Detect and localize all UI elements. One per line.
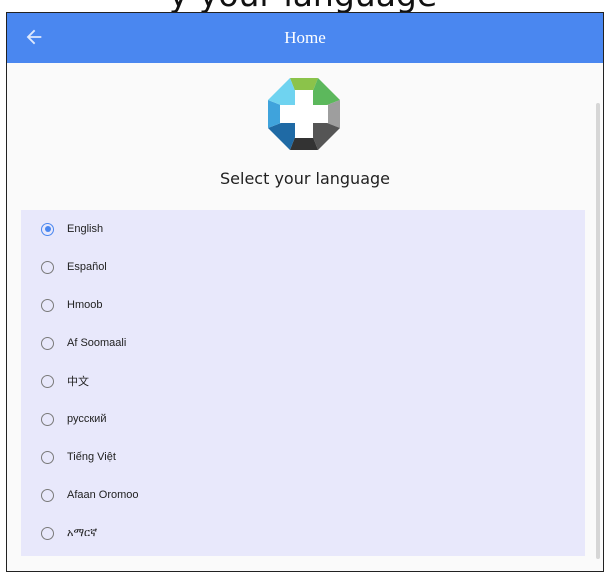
select-language-heading: Select your language — [220, 169, 390, 188]
radio-icon[interactable] — [41, 336, 54, 350]
language-label: Tiếng Việt — [67, 451, 116, 463]
language-label: Af Soomaali — [67, 337, 127, 349]
radio-icon[interactable] — [41, 374, 54, 388]
scrollbar[interactable] — [596, 103, 600, 559]
radio-icon[interactable] — [41, 526, 54, 540]
language-label: русский — [67, 413, 107, 425]
radio-icon[interactable] — [41, 450, 54, 464]
app-bar: Home — [7, 13, 603, 63]
language-label: አማርኛ — [67, 526, 98, 539]
main-content: Select your language English Español Hmo… — [7, 63, 603, 571]
language-list: English Español Hmoob Af Soomaali 中文 рус… — [21, 210, 585, 556]
radio-icon[interactable] — [41, 298, 54, 312]
language-label: Español — [67, 261, 107, 273]
language-option-af-soomaali[interactable]: Af Soomaali — [21, 324, 585, 362]
language-option-espanol[interactable]: Español — [21, 248, 585, 286]
radio-icon[interactable] — [41, 412, 54, 426]
language-option-amharic[interactable]: አማርኛ — [21, 514, 585, 552]
radio-icon[interactable] — [41, 260, 54, 274]
language-option-vietnamese[interactable]: Tiếng Việt — [21, 438, 585, 476]
language-option-chinese[interactable]: 中文 — [21, 362, 585, 400]
language-label: Afaan Oromoo — [67, 489, 139, 501]
app-window: Home Select your language English Españo… — [6, 12, 604, 572]
language-label: 中文 — [67, 376, 89, 388]
arrow-left-icon — [26, 29, 42, 45]
back-button[interactable] — [23, 26, 45, 48]
language-option-hmoob[interactable]: Hmoob — [21, 286, 585, 324]
page-title: Home — [284, 28, 326, 47]
language-option-english[interactable]: English — [21, 210, 585, 248]
language-option-afaan-oromoo[interactable]: Afaan Oromoo — [21, 476, 585, 514]
language-option-russian[interactable]: русский — [21, 400, 585, 438]
app-logo-icon — [268, 78, 340, 150]
language-label: English — [67, 223, 104, 235]
radio-icon[interactable] — [41, 488, 54, 502]
radio-selected-icon[interactable] — [41, 222, 54, 236]
language-label: Hmoob — [67, 299, 103, 311]
